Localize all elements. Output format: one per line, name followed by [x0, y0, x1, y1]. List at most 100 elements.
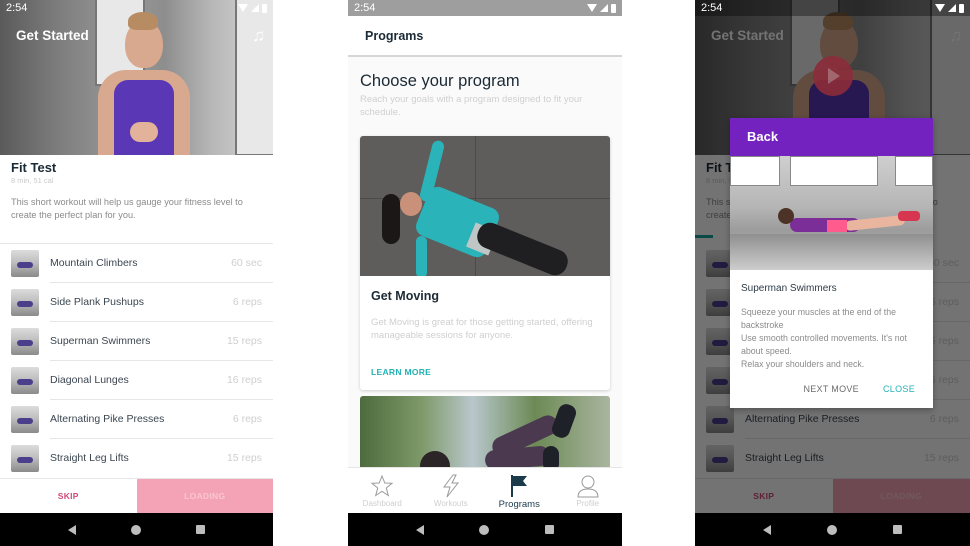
battery-icon: [959, 3, 964, 13]
close-button[interactable]: CLOSE: [883, 384, 915, 394]
section-heading: Choose your program: [360, 72, 520, 90]
wifi-icon: [238, 4, 248, 12]
figure-head: [420, 451, 450, 467]
figure-head: [778, 208, 794, 224]
recents-icon[interactable]: [545, 525, 555, 534]
tab-label: Workouts: [433, 499, 468, 508]
play-icon: [813, 56, 853, 96]
status-time: 2:54: [6, 2, 28, 14]
tab-label: Programs: [498, 499, 540, 510]
programs-screen: 2:54 Programs Choose your program Reach …: [348, 0, 622, 546]
home-icon[interactable]: [130, 524, 141, 535]
android-nav-bar: [695, 513, 970, 546]
battery-icon: [262, 3, 267, 13]
tab-programs[interactable]: Programs: [485, 468, 554, 513]
program-image: [360, 136, 610, 276]
workout-description: This short workout will help us gauge yo…: [11, 197, 243, 220]
loading-button[interactable]: LOADING: [136, 479, 273, 513]
window-decor: [790, 156, 878, 186]
cell-signal-icon: [600, 4, 608, 12]
next-move-button[interactable]: NEXT MOVE: [803, 384, 859, 394]
back-icon[interactable]: [763, 524, 771, 535]
trainer-top: [114, 80, 174, 155]
tab-label: Dashboard: [362, 499, 402, 508]
screenshot-stage: 2:54 Get Started ♫ Fit Test 8 min, 51 ca…: [0, 0, 970, 546]
figure-hair: [382, 194, 400, 244]
wifi-icon: [587, 4, 597, 12]
program-card[interactable]: Get Moving Get Moving is great for those…: [360, 136, 610, 390]
status-bar: 2:54: [348, 0, 622, 16]
intro-video[interactable]: [0, 0, 273, 155]
exercise-thumbnail: [11, 328, 39, 355]
tip-text: Use smooth controlled movements. It's no…: [741, 333, 907, 356]
exercise-amount: 6 reps: [232, 413, 262, 425]
back-icon[interactable]: [415, 524, 424, 535]
back-button[interactable]: Back: [747, 129, 778, 144]
home-icon[interactable]: [827, 524, 837, 535]
exercise-name: Straight Leg Lifts: [50, 452, 129, 464]
program-title: Get Moving: [371, 289, 440, 303]
dialog-actions: NEXT MOVE CLOSE: [803, 384, 915, 394]
exercise-row[interactable]: Side Plank Pushups 6 reps: [0, 283, 273, 322]
figure-shorts: [827, 220, 847, 232]
recents-icon[interactable]: [196, 525, 206, 534]
exercise-thumbnail: [11, 406, 39, 433]
wifi-icon: [935, 4, 945, 12]
lightning-icon: [439, 474, 463, 498]
back-icon[interactable]: [67, 524, 76, 535]
window-decor: [730, 156, 780, 186]
cell-signal-icon: [948, 4, 956, 12]
status-icons: [587, 3, 616, 13]
section-subheading: Reach your goals with a program designed…: [360, 94, 583, 118]
workout-title: Fit Test: [11, 160, 57, 175]
exercise-thumbnail: [11, 289, 39, 316]
figure-shoes: [898, 211, 920, 221]
learn-more-link[interactable]: LEARN MORE: [371, 367, 431, 377]
workout-meta: 8 min, 51 cal: [11, 176, 54, 185]
exercise-name: Diagonal Lunges: [50, 374, 129, 386]
exercise-name: Mountain Climbers: [50, 257, 138, 269]
tab-workouts[interactable]: Workouts: [417, 468, 486, 513]
exercise-row[interactable]: Mountain Climbers 60 sec: [0, 244, 273, 283]
exercise-row[interactable]: Straight Leg Lifts 15 reps: [0, 439, 273, 478]
home-icon[interactable]: [479, 524, 490, 535]
exercise-row[interactable]: Superman Swimmers 15 reps: [0, 322, 273, 361]
page-title: Programs: [365, 29, 424, 43]
figure-shoe: [549, 401, 579, 441]
tip-text: Relax your shoulders and neck.: [741, 359, 865, 369]
exercise-thumbnail: [11, 445, 39, 472]
status-time: 2:54: [354, 2, 376, 14]
tab-label: Profile: [576, 499, 600, 508]
exercise-amount: 60 sec: [231, 257, 262, 269]
person-icon: [576, 474, 600, 498]
figure-shoe: [543, 446, 559, 467]
android-nav-bar: [0, 513, 273, 546]
trainer-hands: [130, 122, 158, 142]
program-card-next[interactable]: [360, 396, 610, 467]
status-time: 2:54: [701, 2, 723, 14]
status-icons: [935, 3, 964, 13]
tab-dashboard[interactable]: Dashboard: [348, 468, 417, 513]
app-header: Programs: [348, 16, 622, 57]
exercise-row[interactable]: Diagonal Lunges 16 reps: [0, 361, 273, 400]
exercise-thumbnail: [11, 367, 39, 394]
action-bar: SKIP LOADING: [0, 478, 273, 513]
exercise-thumbnail: [11, 250, 39, 277]
status-icons: [238, 3, 267, 13]
tab-profile[interactable]: Profile: [554, 468, 623, 513]
recents-icon[interactable]: [893, 525, 902, 534]
exercise-title: Superman Swimmers: [741, 283, 837, 294]
figure-head: [400, 192, 422, 216]
skip-button[interactable]: SKIP: [0, 479, 137, 513]
exercise-amount: 15 reps: [226, 335, 262, 347]
exercise-demo-image: [730, 156, 933, 270]
exercise-row[interactable]: Alternating Pike Presses 6 reps: [0, 400, 273, 439]
figure-arm: [416, 236, 427, 276]
dialog-header: Back: [730, 118, 933, 156]
music-note-icon[interactable]: ♫: [252, 27, 265, 44]
flag-icon: [507, 474, 531, 498]
programs-content[interactable]: Choose your program Reach your goals wit…: [348, 57, 622, 467]
android-nav-bar: [348, 513, 622, 546]
floor: [730, 234, 933, 270]
exercise-amount: 6 reps: [232, 296, 262, 308]
